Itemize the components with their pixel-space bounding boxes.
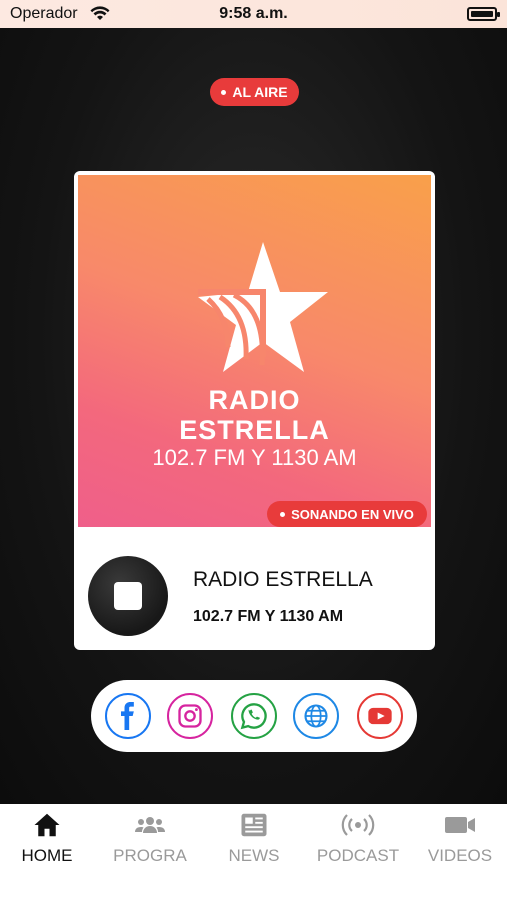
tab-videos-label: VIDEOS bbox=[427, 846, 493, 865]
live-badge-label: SONANDO EN VIVO bbox=[291, 506, 414, 522]
star-logo-icon bbox=[198, 242, 328, 372]
stop-icon bbox=[114, 582, 142, 610]
instagram-icon bbox=[178, 704, 202, 728]
youtube-button[interactable] bbox=[357, 693, 403, 739]
live-badge: SONANDO EN VIVO bbox=[267, 501, 427, 527]
clock: 9:58 a.m. bbox=[219, 5, 288, 22]
on-air-badge: AL AIRE bbox=[210, 78, 299, 106]
tab-news-label: NEWS bbox=[228, 846, 280, 865]
users-icon bbox=[135, 817, 165, 833]
tab-videos[interactable]: VIDEOS bbox=[410, 810, 507, 866]
newspaper-icon bbox=[241, 813, 267, 837]
station-name: RADIO ESTRELLA bbox=[193, 568, 373, 591]
tab-podcast-label: PODCAST bbox=[316, 846, 400, 865]
facebook-button[interactable] bbox=[105, 693, 151, 739]
home-icon bbox=[34, 813, 60, 837]
globe-icon bbox=[304, 704, 328, 728]
youtube-icon bbox=[368, 707, 392, 725]
tab-home-label: HOME bbox=[21, 846, 73, 865]
tab-news[interactable]: NEWS bbox=[204, 810, 304, 866]
tab-progra-label: PROGRA bbox=[113, 846, 187, 865]
on-air-label: AL AIRE bbox=[232, 84, 288, 100]
cover-brand-line1: RADIO bbox=[208, 385, 301, 415]
facebook-icon bbox=[121, 702, 134, 730]
broadcast-icon bbox=[341, 814, 375, 836]
tab-home[interactable]: HOME bbox=[0, 810, 97, 866]
tab-podcast[interactable]: PODCAST bbox=[308, 810, 408, 866]
cover-brand-line2: ESTRELLA bbox=[179, 415, 330, 445]
whatsapp-button[interactable] bbox=[231, 693, 277, 739]
tab-bar: HOME PROGRA NEWS PODCAST VIDEOS bbox=[0, 804, 507, 900]
social-links-bar bbox=[91, 680, 417, 752]
instagram-button[interactable] bbox=[167, 693, 213, 739]
station-frequency: 102.7 FM Y 1130 AM bbox=[193, 608, 344, 625]
video-camera-icon bbox=[445, 817, 475, 833]
whatsapp-icon bbox=[240, 703, 267, 730]
stop-button[interactable] bbox=[88, 556, 168, 636]
player-card: RADIO ESTRELLA 102.7 FM Y 1130 AM SONAND… bbox=[74, 171, 435, 650]
cover-brand-line3: 102.7 FM Y 1130 AM bbox=[152, 445, 357, 470]
battery-icon bbox=[467, 7, 500, 21]
status-bar: Operador 9:58 a.m. bbox=[0, 0, 507, 28]
website-button[interactable] bbox=[293, 693, 339, 739]
cover-art: RADIO ESTRELLA 102.7 FM Y 1130 AM bbox=[78, 175, 431, 527]
tab-progra[interactable]: PROGRA bbox=[100, 810, 200, 866]
